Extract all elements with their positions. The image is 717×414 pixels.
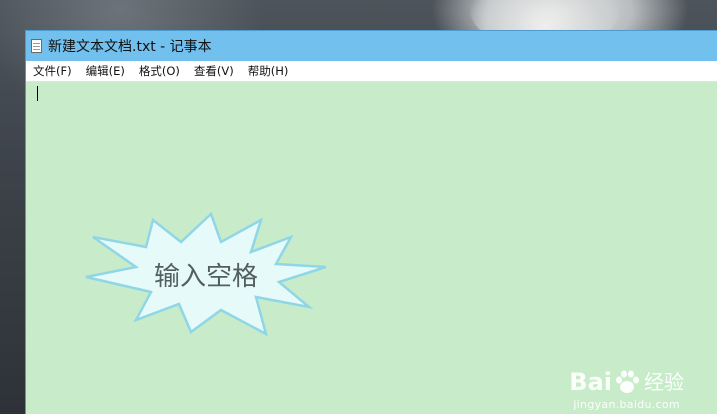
watermark-logo-right: 经验	[644, 370, 684, 394]
menu-edit[interactable]: 编辑(E)	[79, 61, 132, 81]
notepad-window: 新建文本文档.txt - 记事本 文件(F) 编辑(E) 格式(O) 查看(V)…	[25, 30, 717, 414]
text-editor-area[interactable]: 输入空格 Bai 经验 jingyan.baidu.com	[26, 82, 717, 414]
menu-bar: 文件(F) 编辑(E) 格式(O) 查看(V) 帮助(H)	[26, 61, 717, 82]
window-title: 新建文本文档.txt - 记事本	[48, 39, 212, 55]
watermark-url: jingyan.baidu.com	[573, 398, 680, 411]
callout-text: 输入空格	[153, 262, 258, 292]
menu-view[interactable]: 查看(V)	[187, 61, 241, 81]
menu-file[interactable]: 文件(F)	[26, 61, 79, 81]
text-caret	[37, 86, 38, 101]
callout-burst: 输入空格	[81, 211, 331, 337]
watermark-logo-left: Bai	[569, 368, 612, 396]
notepad-document-icon	[31, 39, 42, 53]
desktop-background: 新建文本文档.txt - 记事本 文件(F) 编辑(E) 格式(O) 查看(V)…	[0, 0, 717, 414]
menu-help[interactable]: 帮助(H)	[241, 61, 296, 81]
baidu-jingyan-watermark: Bai 经验 jingyan.baidu.com	[569, 368, 684, 411]
watermark-logo: Bai 经验	[569, 368, 684, 396]
title-bar[interactable]: 新建文本文档.txt - 记事本	[26, 31, 717, 61]
menu-format[interactable]: 格式(O)	[132, 61, 187, 81]
baidu-paw-icon	[616, 370, 639, 393]
